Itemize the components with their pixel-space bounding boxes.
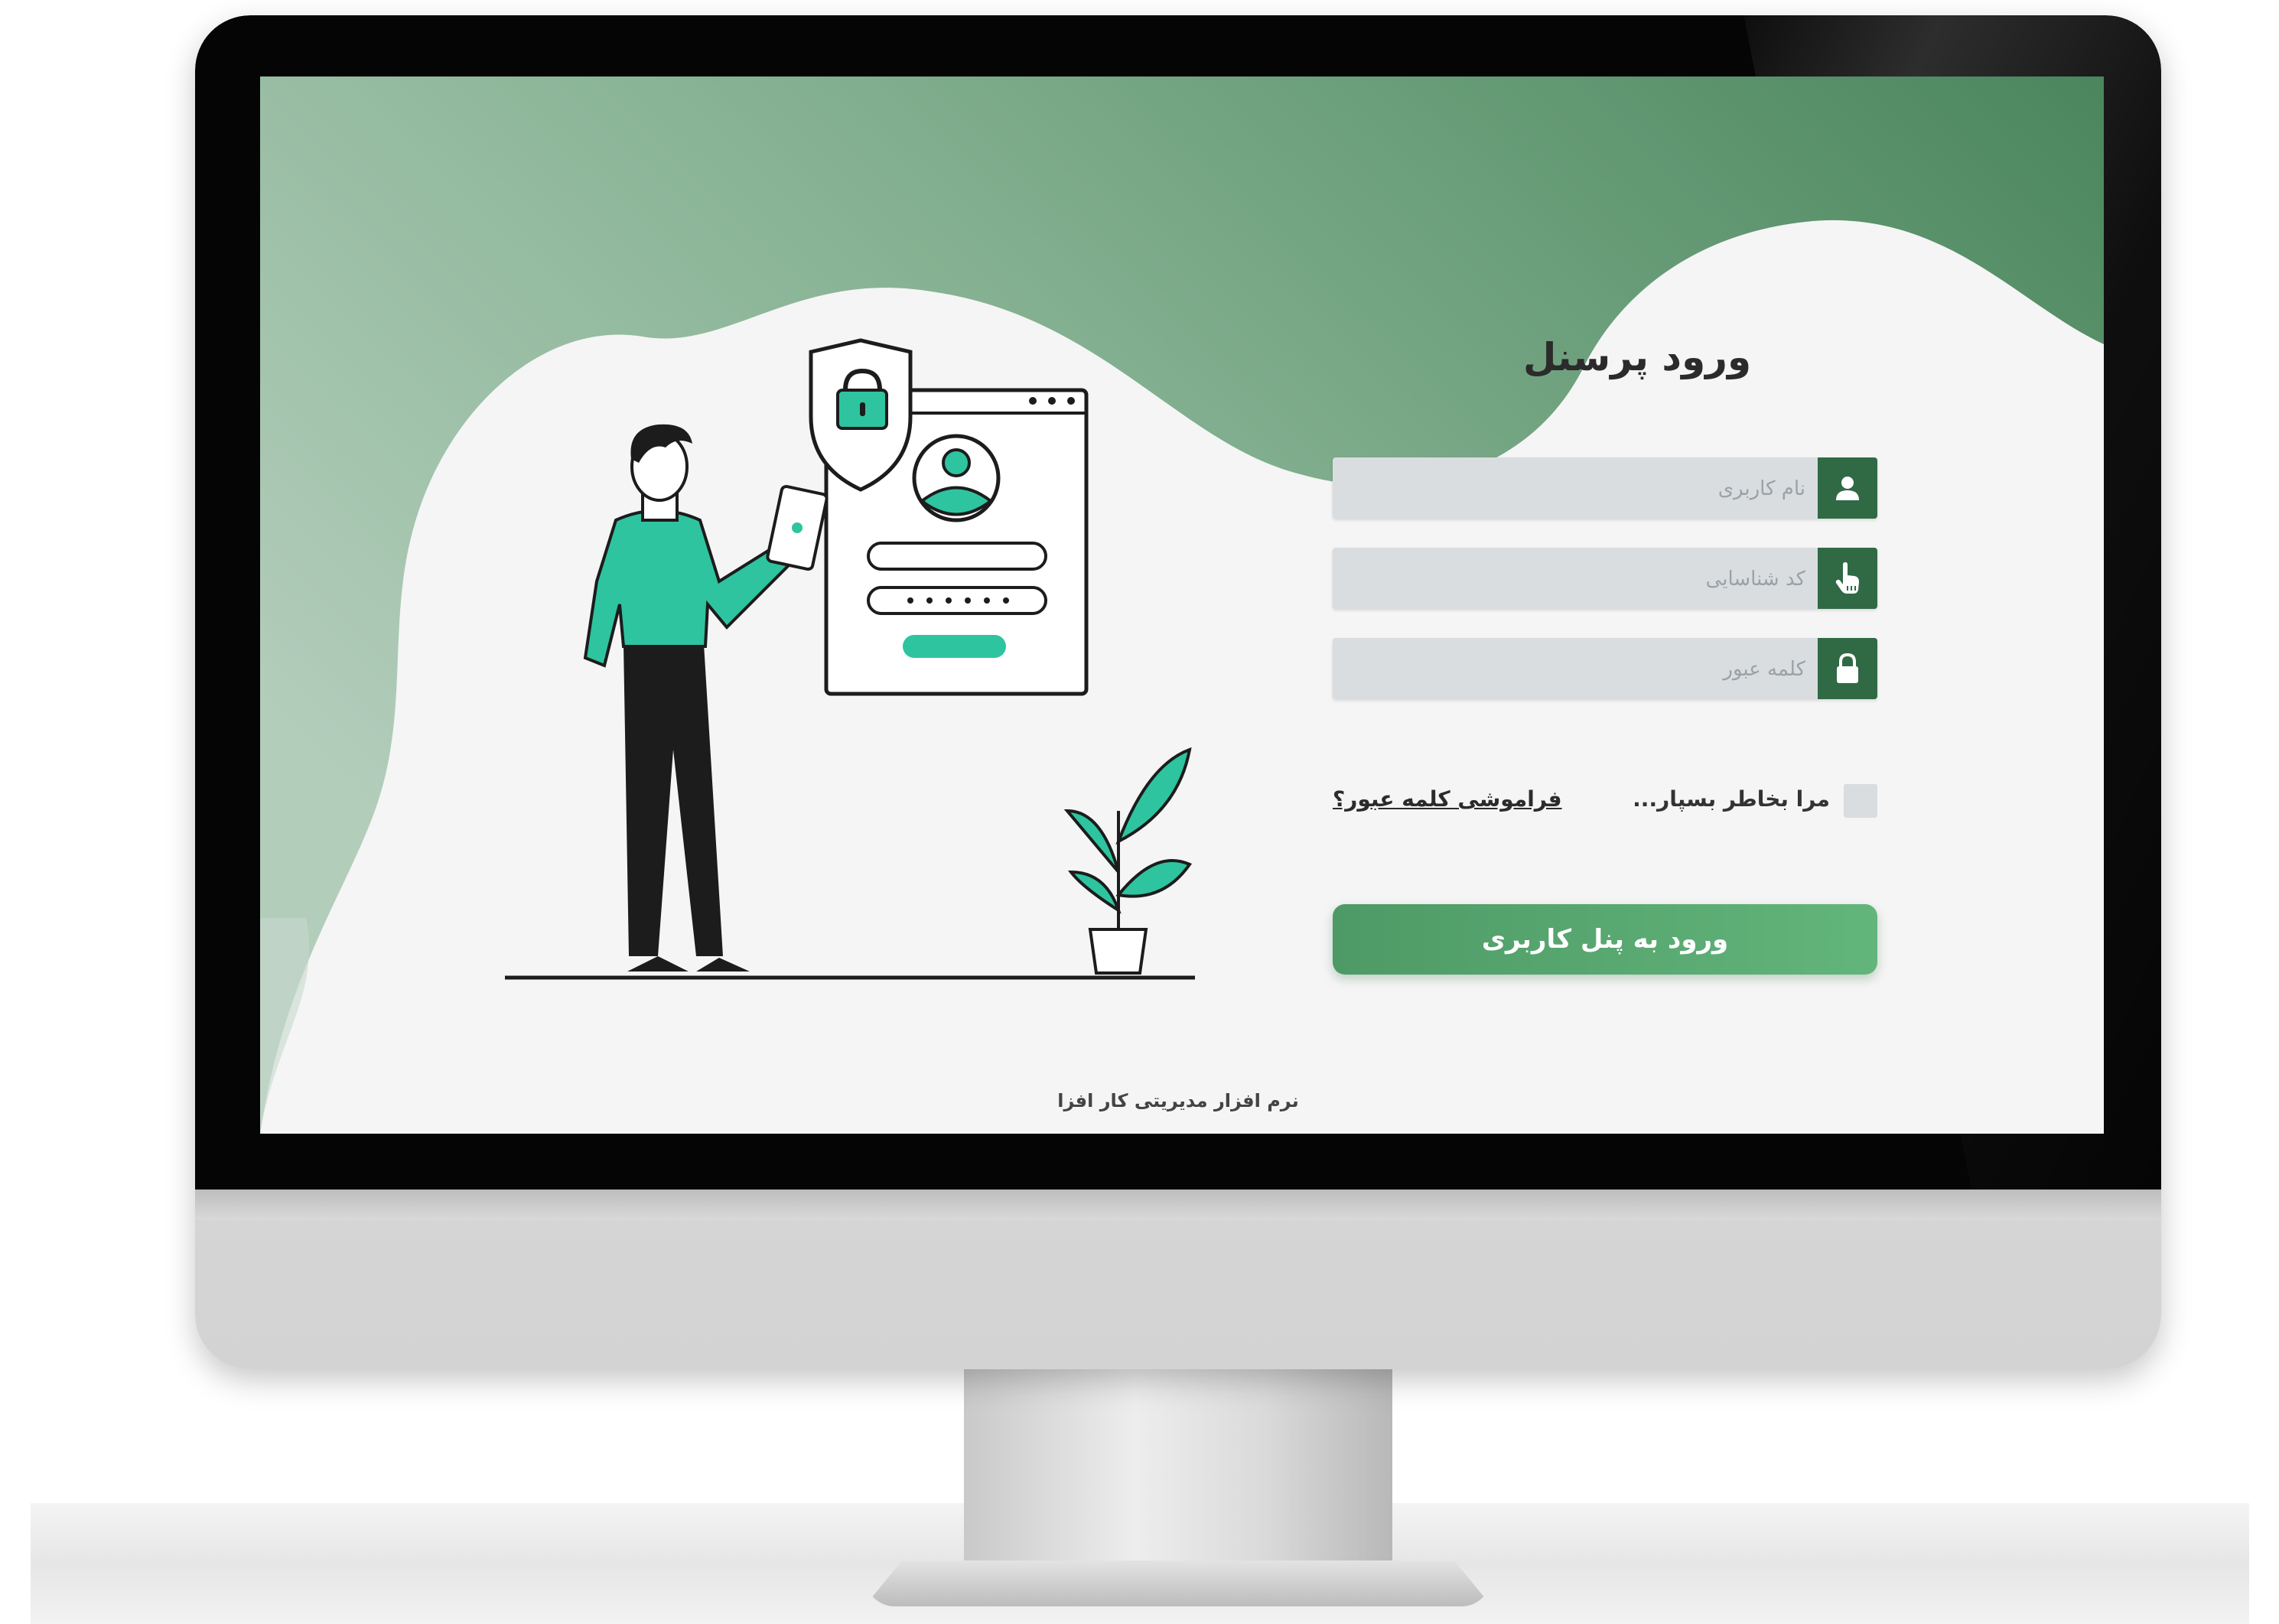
remember-me-checkbox[interactable] <box>1844 784 1877 818</box>
password-field[interactable] <box>1333 638 1877 701</box>
forgot-password-link[interactable]: فراموشی کلمه عبور؟ <box>1333 786 1562 812</box>
id-code-input[interactable] <box>1345 548 1807 610</box>
lock-icon <box>1818 638 1877 699</box>
login-button[interactable]: ورود به پنل کاربری <box>1333 904 1877 975</box>
monitor-stand-base <box>864 1561 1492 1606</box>
remember-me-label: مرا بخاطر بسپار... <box>1633 786 1830 812</box>
page-title: ورود پرسنل <box>1522 335 1752 379</box>
username-field[interactable] <box>1333 457 1877 520</box>
id-code-field[interactable] <box>1333 548 1877 610</box>
login-screen: ورود پرسنل مرا <box>260 76 2104 1134</box>
username-input[interactable] <box>1345 457 1807 520</box>
hand-pointer-icon <box>1818 548 1877 609</box>
plant-icon <box>1063 747 1193 975</box>
footer-text: نرم افزار مدیریتی کار افزا <box>1057 1090 1299 1111</box>
person-figure <box>583 424 829 971</box>
monitor-stand-neck <box>964 1368 1392 1574</box>
monitor-chin <box>195 1190 2161 1220</box>
password-input[interactable] <box>1345 638 1807 701</box>
user-icon <box>1818 457 1877 519</box>
